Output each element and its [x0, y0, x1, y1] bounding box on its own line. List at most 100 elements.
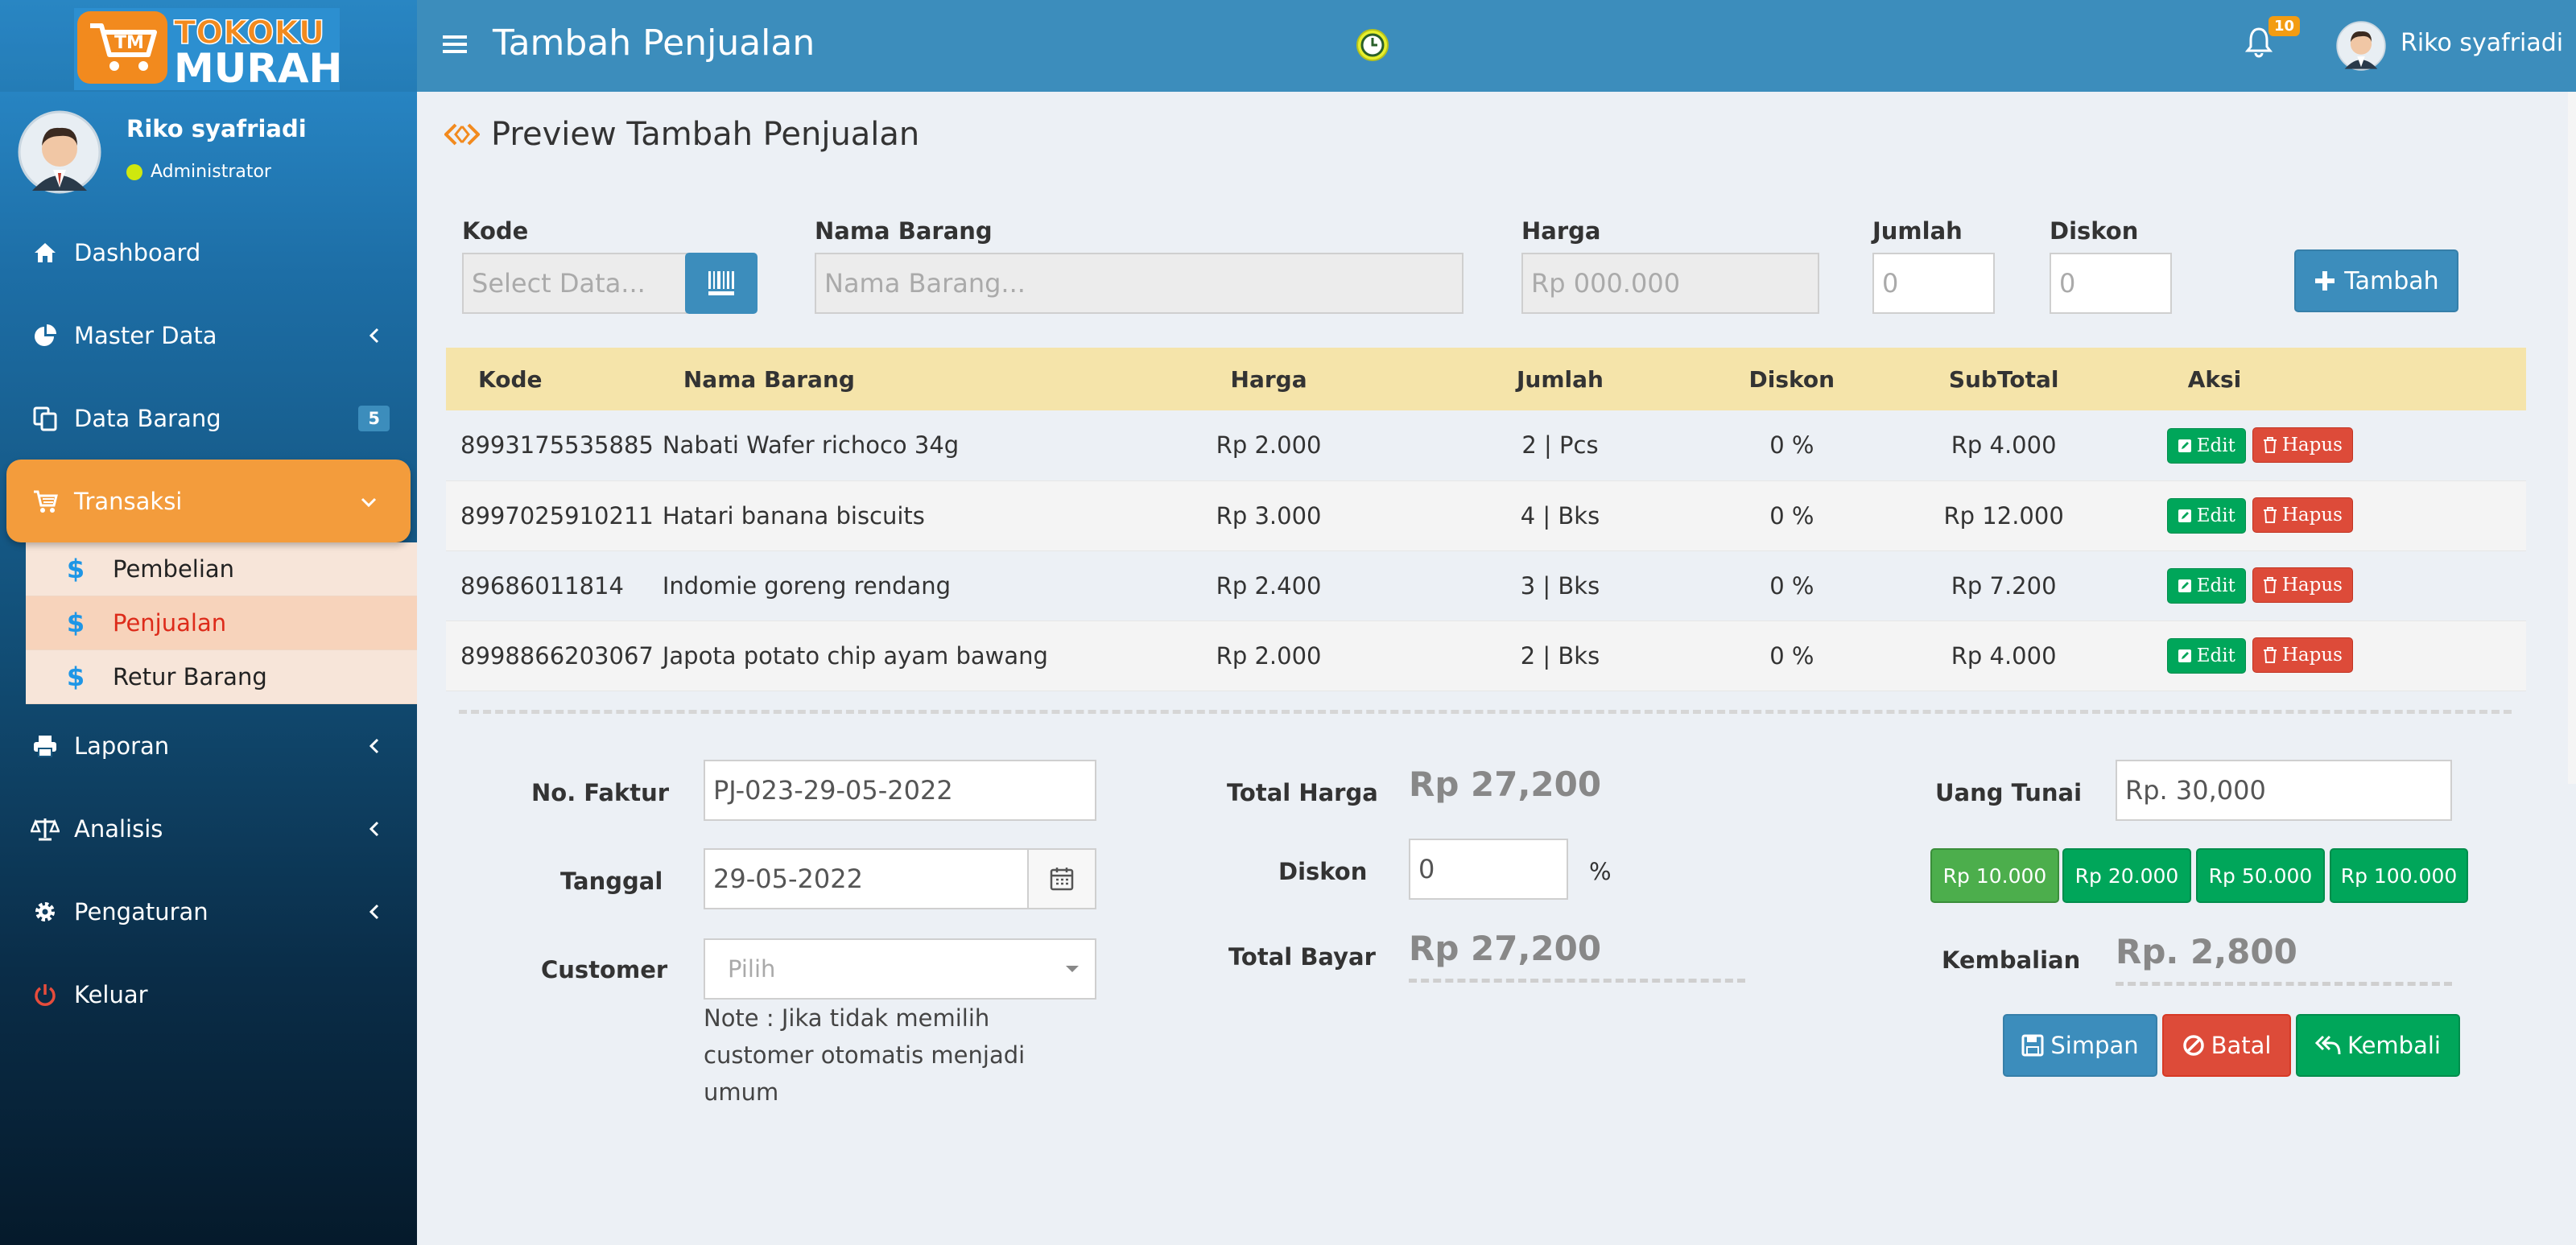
- edit-button[interactable]: Edit: [2166, 568, 2246, 604]
- faktur-input[interactable]: PJ-023-29-05-2022: [704, 760, 1096, 821]
- sidebar-item-dashboard[interactable]: Dashboard: [0, 211, 417, 294]
- total-harga-label: Total Harga: [1227, 779, 1378, 806]
- simpan-button[interactable]: Simpan: [2003, 1014, 2157, 1077]
- ban-icon: [2182, 1035, 2204, 1056]
- cell-nama: Japota potato chip ayam bawang: [654, 620, 1150, 691]
- table-row: 8993175535885 Nabati Wafer richoco 34g R…: [446, 410, 2526, 481]
- cell-kode: 8993175535885: [446, 410, 654, 481]
- sidebar-item-laporan[interactable]: Laporan: [0, 704, 417, 787]
- code-icon: [444, 123, 480, 146]
- diskon-input[interactable]: 0: [2050, 253, 2172, 314]
- copy-icon: [31, 404, 60, 433]
- chevron-left-icon: [369, 904, 379, 919]
- quick-amount-50000-button[interactable]: Rp 50.000: [2196, 848, 2325, 903]
- uang-tunai-input[interactable]: Rp. 30,000: [2116, 760, 2452, 821]
- hapus-button[interactable]: Hapus: [2252, 637, 2353, 673]
- sidebar-item-analisis[interactable]: Analisis: [0, 787, 417, 870]
- table-row: 8998866203067 Japota potato chip ayam ba…: [446, 620, 2526, 691]
- transaksi-submenu: $ Pembelian $ Penjualan $ Retur Barang: [26, 542, 417, 704]
- kode-select[interactable]: Select Data...: [462, 253, 687, 314]
- customer-label: Customer: [541, 956, 668, 983]
- gear-icon: [31, 897, 60, 926]
- harga-label: Harga: [1521, 217, 1601, 245]
- diskon-total-input[interactable]: 0: [1409, 839, 1568, 900]
- sidebar-item-label: Analisis: [74, 814, 163, 843]
- save-icon: [2021, 1034, 2044, 1057]
- col-header-jumlah: Jumlah: [1388, 348, 1732, 410]
- section-title-text: Preview Tambah Penjualan: [491, 116, 920, 153]
- hapus-button[interactable]: Hapus: [2252, 497, 2353, 533]
- cell-subtotal: Rp 12.000: [1852, 480, 2156, 551]
- sidebar-item-keluar[interactable]: Keluar: [0, 953, 417, 1036]
- sidebar-item-label: Master Data: [74, 321, 217, 349]
- sidebar-item-label: Dashboard: [74, 238, 201, 266]
- submenu-item-penjualan[interactable]: $ Penjualan: [26, 596, 417, 650]
- batal-button[interactable]: Batal: [2162, 1014, 2291, 1077]
- submenu-item-retur-barang[interactable]: $ Retur Barang: [26, 650, 417, 704]
- user-role-label: Administrator: [151, 162, 271, 182]
- calendar-button[interactable]: [1027, 848, 1096, 909]
- quick-amount-20000-button[interactable]: Rp 20.000: [2062, 848, 2191, 903]
- tambah-button-label: Tambah: [2344, 266, 2439, 295]
- chevron-left-icon: [369, 328, 379, 343]
- tokoku-murah-logo[interactable]: TM TOKOKU MURAH: [74, 8, 340, 90]
- cart-icon: [31, 487, 60, 516]
- submenu-item-pembelian[interactable]: $ Pembelian: [26, 542, 417, 596]
- cell-harga: Rp 2.000: [1149, 410, 1389, 481]
- sidebar-item-transaksi[interactable]: Transaksi: [6, 460, 411, 542]
- edit-button[interactable]: Edit: [2166, 427, 2246, 464]
- total-bayar-label: Total Bayar: [1228, 943, 1376, 971]
- quick-amount-10000-button[interactable]: Rp 10.000: [1930, 848, 2059, 903]
- hapus-button[interactable]: Hapus: [2252, 427, 2353, 463]
- sidebar-user-name: Riko syafriadi: [126, 115, 307, 142]
- sidebar-item-pengaturan[interactable]: Pengaturan: [0, 870, 417, 953]
- sidebar-item-label: Pengaturan: [74, 897, 208, 926]
- cell-harga: Rp 3.000: [1149, 480, 1389, 551]
- edit-button[interactable]: Edit: [2166, 498, 2246, 534]
- col-header-subtotal: SubTotal: [1852, 348, 2156, 410]
- user-avatar: [18, 110, 101, 194]
- harga-field[interactable]: Rp 000.000: [1521, 253, 1819, 314]
- col-header-aksi: Aksi: [2155, 348, 2526, 410]
- jumlah-input[interactable]: 0: [1872, 253, 1995, 314]
- hapus-button[interactable]: Hapus: [2252, 567, 2353, 603]
- sidebar-item-data-barang[interactable]: Data Barang 5: [0, 377, 417, 460]
- header-user-avatar[interactable]: [2336, 21, 2386, 71]
- diskon-label: Diskon: [2050, 217, 2139, 245]
- hapus-button-label: Hapus: [2281, 434, 2343, 456]
- quick-amount-100000-button[interactable]: Rp 100.000: [2330, 848, 2468, 903]
- uang-tunai-label: Uang Tunai: [1935, 779, 2083, 806]
- hamburger-menu-icon[interactable]: [443, 31, 467, 58]
- edit-icon: [2178, 579, 2191, 592]
- trash-icon: [2263, 507, 2277, 523]
- trash-icon: [2263, 436, 2277, 453]
- sidebar-item-label: Keluar: [74, 980, 148, 1008]
- plus-icon: [2315, 271, 2335, 291]
- cell-subtotal: Rp 7.200: [1852, 550, 2156, 621]
- calendar-icon: [1050, 868, 1074, 891]
- tanggal-input[interactable]: 29-05-2022: [704, 848, 1029, 909]
- customer-select-placeholder: Pilih: [728, 955, 776, 983]
- trash-icon: [2263, 577, 2277, 593]
- sidebar-user-role: Administrator: [126, 162, 271, 182]
- kode-label: Kode: [462, 217, 529, 245]
- sidebar-item-master-data[interactable]: Master Data: [0, 294, 417, 377]
- barcode-scan-button[interactable]: [685, 253, 758, 314]
- col-header-nama-barang: Nama Barang: [654, 348, 1150, 410]
- kembali-button-label: Kembali: [2347, 1032, 2441, 1059]
- cell-nama: Nabati Wafer richoco 34g: [654, 410, 1150, 481]
- hapus-button-label: Hapus: [2281, 645, 2343, 666]
- jumlah-label: Jumlah: [1872, 217, 1963, 245]
- customer-select[interactable]: Pilih: [704, 938, 1096, 1000]
- header-user-name[interactable]: Riko syafriadi: [2401, 29, 2563, 57]
- kembali-button[interactable]: Kembali: [2296, 1014, 2460, 1077]
- sidebar: TM TOKOKU MURAH Riko syafriadi Administr…: [0, 0, 417, 1245]
- cell-diskon: 0 %: [1732, 480, 1852, 551]
- online-status-icon: [126, 163, 142, 180]
- table-header-row: Kode Nama Barang Harga Jumlah Diskon Sub…: [446, 348, 2526, 410]
- edit-button[interactable]: Edit: [2166, 638, 2246, 674]
- cell-aksi: Edit Hapus: [2155, 620, 2526, 691]
- tambah-button[interactable]: Tambah: [2294, 249, 2458, 312]
- nama-barang-field[interactable]: Nama Barang...: [815, 253, 1463, 314]
- scrollbar[interactable]: [2568, 92, 2576, 784]
